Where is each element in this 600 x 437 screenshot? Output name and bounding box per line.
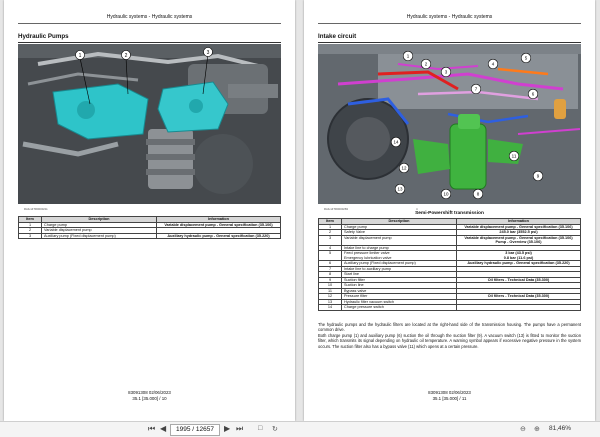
intake-circuit-figure: 1 2 3 4 5 6 7 8 9 10 11 12 13 14: [318, 44, 581, 204]
prev-page-icon[interactable]: ◀: [160, 424, 166, 433]
callout-9: 9: [532, 170, 544, 182]
zoom-out-icon[interactable]: ⊖: [520, 425, 526, 433]
callout-11: 11: [508, 150, 520, 162]
rotate-icon[interactable]: ↻: [272, 425, 278, 433]
information-cell: Variable displacement pump - General spe…: [156, 221, 281, 228]
information-cell: Variable displacement pump - General spe…: [456, 234, 581, 246]
svg-text:14: 14: [393, 140, 399, 145]
information-cell: Variable displacement pump - General spe…: [456, 223, 581, 230]
zoom-in-icon[interactable]: ⊕: [534, 425, 540, 433]
first-page-icon[interactable]: ⏮: [148, 424, 155, 434]
header-rule: [318, 23, 581, 24]
callout-2: 2: [420, 58, 432, 70]
callout-1: 1: [75, 50, 85, 60]
callout-1: 1: [402, 50, 414, 62]
callout-6: 6: [527, 88, 539, 100]
callout-5: 5: [520, 52, 532, 64]
right-item-table: Item Description Information 1 Charge pum…: [318, 218, 581, 311]
callout-13: 13: [394, 183, 406, 195]
body-paragraph: Both charge pump (1) and auxiliary pump …: [318, 332, 581, 349]
table-row: 3 Variable displacement pump Variable disp…: [318, 234, 581, 246]
page-header: Hydraulic systems - Hydraulic systems: [106, 14, 193, 20]
information-cell: 3 bar (43.5 psi) 0.8 bar (11.6 psi): [456, 250, 581, 261]
zoom-level[interactable]: 81,46%: [549, 425, 571, 432]
description-cell: Charge pressure switch: [341, 304, 457, 311]
svg-text:3: 3: [207, 50, 210, 56]
viewer-toolbar: ⏮ ◀ 1995 / 12657 ▶ ⏭ □ ↻ ⊖ ⊕ 81,46%: [0, 421, 600, 437]
page-header: Hydraulic systems - Hydraulic systems: [406, 14, 493, 20]
left-item-table: Item Description Information 1 Charge pum…: [18, 216, 281, 239]
table-row: 5 Feed pressure limiter valve Emergency lu…: [318, 250, 581, 261]
information-cell: Auxiliary hydraulic pump - General speci…: [456, 260, 581, 267]
item-cell: 5: [318, 250, 342, 261]
footer-doc-number: 83091308 02/06/2023: [128, 390, 171, 395]
section-title: Hydraulic Pumps: [18, 33, 69, 40]
right-table-body: 1 Charge pump Variable displacement pump -…: [318, 223, 581, 311]
table-row: 14 Charge pressure switch: [318, 304, 581, 311]
fit-page-icon[interactable]: □: [258, 425, 262, 432]
callout-10: 10: [440, 188, 452, 200]
callout-14: 14: [390, 136, 402, 148]
svg-text:2: 2: [125, 53, 128, 59]
page-number-input[interactable]: 1995 / 12657: [170, 424, 220, 436]
body-paragraph: The hydraulic pumps and the hydraulic fi…: [318, 322, 581, 333]
callout-8: 8: [472, 188, 484, 200]
intake-circuit-illustration: 1234567891011121314: [318, 44, 581, 204]
left-table-body: 1 Charge pump Variable displacement pump -…: [18, 221, 281, 239]
item-cell: 3: [318, 234, 342, 246]
callout-3: 3: [203, 47, 213, 57]
item-cell: 14: [318, 304, 342, 311]
callout-4: 4: [487, 58, 499, 70]
item-cell: 3: [18, 232, 42, 239]
right-page: Hydraulic systems - Hydraulic systems In…: [304, 0, 595, 421]
footer-doc-number: 83091308 02/06/2023: [428, 390, 471, 395]
information-cell: [456, 304, 581, 311]
section-rule: [18, 42, 281, 43]
section-rule: [318, 42, 581, 43]
left-page: Hydraulic systems - Hydraulic systems Hy…: [4, 0, 295, 421]
table-row: 3 Auxiliary pump (Fixed displacement pump…: [18, 232, 281, 239]
next-page-icon[interactable]: ▶: [224, 424, 230, 433]
callout-2: 2: [121, 50, 131, 60]
figure-caption: Semi-Powershift transmission: [415, 211, 484, 216]
last-page-icon[interactable]: ⏭: [236, 424, 243, 434]
hydraulic-pumps-illustration: 1 2 3: [18, 44, 281, 204]
svg-text:13: 13: [397, 187, 403, 192]
hydraulic-pumps-figure: 1 2 3: [18, 44, 281, 204]
footer-page-number: 35.1 [35.000] / 10: [132, 396, 167, 401]
callout-12: 12: [398, 162, 410, 174]
description-cell: Variable displacement pump: [341, 234, 457, 246]
figure-id: RAIL14TR0000211: [24, 207, 48, 211]
svg-text:12: 12: [401, 166, 407, 171]
header-rule: [18, 23, 281, 24]
svg-text:1: 1: [79, 53, 82, 59]
information-cell: Auxiliary hydraulic pump - General speci…: [156, 232, 281, 239]
body-text: The hydraulic pumps and the hydraulic fi…: [318, 322, 581, 349]
section-title: Intake circuit: [318, 33, 357, 40]
svg-text:11: 11: [512, 154, 517, 159]
footer-page-number: 35.1 [35.000] / 11: [432, 396, 467, 401]
description-cell: Feed pressure limiter valve Emergency lub…: [341, 250, 457, 261]
description-cell: Auxiliary pump (Fixed displacement pump): [41, 232, 157, 239]
callout-3: 3: [440, 66, 452, 78]
callout-7: 7: [470, 83, 482, 95]
svg-text:10: 10: [443, 192, 449, 197]
